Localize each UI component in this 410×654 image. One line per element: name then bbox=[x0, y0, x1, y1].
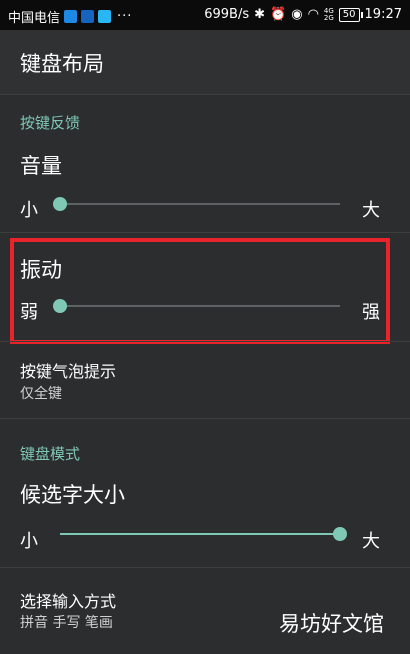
input-method-summary: 拼音 手写 笔画 bbox=[20, 615, 113, 631]
status-bar: 中国电信 ··· 699B/s ✱ ⏰ ◉ ◠ 4G 2G 50 19:27 bbox=[0, 0, 410, 30]
signal-bottom-label: 2G bbox=[323, 13, 334, 22]
watermark: 易坊好文馆 bbox=[279, 612, 384, 636]
candidate-size-min-label: 小 bbox=[20, 531, 38, 552]
candidate-size-slider-thumb[interactable] bbox=[333, 527, 347, 541]
clock: 19:27 bbox=[364, 7, 402, 22]
highlight-annotation-box bbox=[10, 238, 390, 344]
volume-title: 音量 bbox=[20, 154, 62, 178]
key-bubble-title: 按键气泡提示 bbox=[20, 362, 117, 381]
app-notification-icon bbox=[98, 10, 112, 23]
signal-icon: 4G 2G bbox=[323, 7, 334, 22]
status-left: 中国电信 ··· bbox=[8, 7, 132, 26]
wifi-icon: ◠ bbox=[307, 7, 319, 22]
section-header-feedback: 按键反馈 bbox=[20, 114, 81, 132]
volume-min-label: 小 bbox=[20, 200, 38, 221]
volume-slider-thumb[interactable] bbox=[53, 197, 67, 211]
page-title: 键盘布局 bbox=[20, 52, 104, 76]
section-header-mode: 键盘模式 bbox=[20, 445, 81, 463]
volume-max-label: 大 bbox=[362, 200, 380, 221]
input-method-title: 选择输入方式 bbox=[20, 592, 117, 611]
carrier-label: 中国电信 bbox=[8, 11, 61, 26]
bluetooth-icon: ✱ bbox=[254, 7, 266, 22]
divider bbox=[0, 418, 410, 419]
app-notification-icon bbox=[81, 10, 95, 23]
app-bar: 键盘布局 bbox=[0, 30, 410, 95]
battery-level: 50 bbox=[342, 8, 356, 20]
volume-slider[interactable] bbox=[53, 197, 340, 211]
divider bbox=[0, 341, 410, 342]
battery-icon: 50 bbox=[338, 7, 363, 22]
candidate-size-title: 候选字大小 bbox=[20, 483, 125, 507]
candidate-size-max-label: 大 bbox=[362, 531, 380, 552]
divider bbox=[0, 232, 410, 233]
candidate-size-slider[interactable] bbox=[60, 527, 347, 541]
status-right: 699B/s ✱ ⏰ ◉ ◠ 4G 2G 50 19:27 bbox=[204, 7, 402, 22]
candidate-size-slider-fill bbox=[60, 533, 340, 535]
app-notification-icon bbox=[64, 10, 78, 23]
key-bubble-summary: 仅全键 bbox=[20, 386, 62, 402]
divider bbox=[0, 567, 410, 568]
network-speed: 699B/s bbox=[204, 7, 250, 22]
alarm-icon: ⏰ bbox=[270, 7, 287, 22]
more-notifications: ··· bbox=[117, 9, 133, 24]
eye-icon: ◉ bbox=[291, 7, 303, 22]
